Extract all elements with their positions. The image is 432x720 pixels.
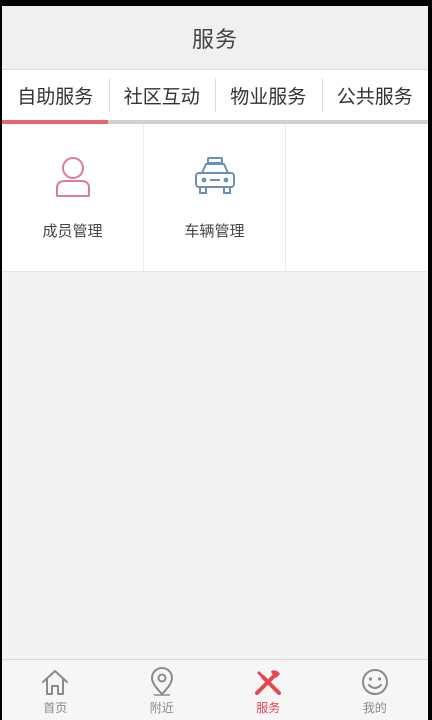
service-vehicle-management[interactable]: 车辆管理	[144, 124, 286, 271]
service-grid: 成员管理 车辆管理	[2, 124, 428, 272]
bottom-navigation: 首页 附近 服务 我的	[2, 659, 428, 720]
tools-icon	[251, 666, 285, 698]
home-icon	[38, 666, 72, 698]
service-label: 成员管理	[42, 222, 103, 240]
page-title: 服务	[191, 27, 238, 53]
nav-nearby[interactable]: 附近	[109, 660, 216, 720]
service-member-management[interactable]: 成员管理	[2, 124, 144, 271]
header-bar: 服务	[2, 6, 428, 70]
tab-label: 公共服务	[336, 85, 413, 108]
tab-property-service[interactable]: 物业服务	[215, 70, 322, 120]
location-pin-icon	[145, 666, 179, 698]
smiley-icon	[358, 666, 392, 698]
category-tabs: 自助服务 社区互动 物业服务 公共服务	[2, 70, 428, 120]
tab-label: 自助服务	[17, 85, 94, 108]
app-screen: 服务 自助服务 社区互动 物业服务 公共服务 成员管理 车辆管理 首页 附近 服…	[2, 6, 428, 720]
person-icon	[51, 154, 95, 198]
nav-label: 附近	[149, 701, 174, 715]
tab-label: 物业服务	[230, 85, 307, 108]
nav-label: 我的	[362, 701, 387, 715]
nav-service[interactable]: 服务	[215, 660, 322, 720]
car-icon	[193, 154, 237, 198]
nav-mine[interactable]: 我的	[322, 660, 429, 720]
service-empty-slot	[286, 124, 428, 271]
tab-label: 社区互动	[123, 85, 200, 108]
tab-community[interactable]: 社区互动	[108, 70, 216, 120]
tab-self-service[interactable]: 自助服务	[2, 70, 109, 120]
nav-home[interactable]: 首页	[2, 660, 109, 720]
service-label: 车辆管理	[184, 222, 245, 240]
nav-label: 首页	[43, 701, 68, 715]
tab-public-service[interactable]: 公共服务	[321, 70, 429, 120]
nav-label: 服务	[256, 701, 281, 715]
